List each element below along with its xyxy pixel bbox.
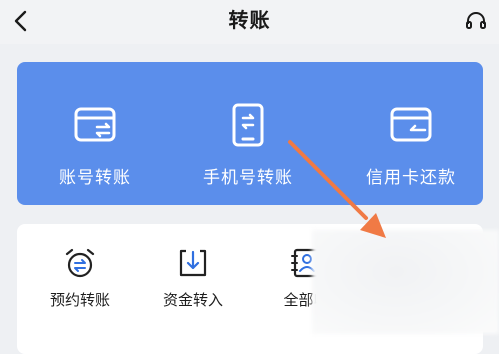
credit-card-repay-label: 信用卡还款 (366, 168, 456, 188)
fund-in-button[interactable]: 资金转入 (138, 224, 248, 310)
phone-transfer-icon (224, 101, 272, 149)
credit-card-repay-icon (387, 101, 435, 149)
headset-icon (466, 12, 486, 29)
alarm-clock-icon (63, 246, 97, 280)
card-transfer-icon (71, 101, 119, 149)
page-title: 转账 (228, 8, 271, 32)
account-transfer-button[interactable]: 账号转账 (29, 62, 161, 205)
fund-in-label: 资金转入 (162, 291, 223, 309)
customer-service-button[interactable] (459, 4, 493, 38)
account-transfer-label: 账号转账 (59, 168, 131, 188)
blurred-region (312, 230, 499, 334)
top-bar: 转账 (0, 0, 499, 44)
credit-card-repay-button[interactable]: 信用卡还款 (345, 62, 477, 205)
scheduled-transfer-label: 预约转账 (49, 291, 110, 309)
fund-in-icon (176, 246, 210, 280)
scheduled-transfer-button[interactable]: 预约转账 (25, 224, 135, 310)
phone-transfer-button[interactable]: 手机号转账 (182, 62, 314, 205)
phone-transfer-label: 手机号转账 (203, 168, 293, 188)
transfer-methods-card: 账号转账 手机号转账 信用卡还款 (17, 62, 483, 205)
